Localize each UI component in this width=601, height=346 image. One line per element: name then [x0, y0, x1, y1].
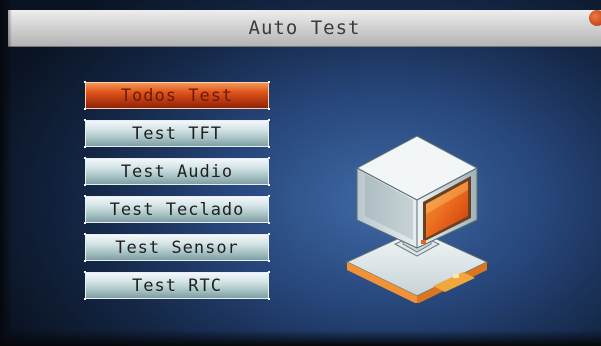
screen-bezel-bottom	[0, 330, 601, 346]
menu-item-test-audio[interactable]: Test Audio	[84, 157, 270, 186]
screen-bezel-left	[0, 0, 12, 346]
test-menu: Todos Test Test TFT Test Audio Test Tecl…	[84, 81, 271, 310]
menu-item-label: Test RTC	[132, 275, 222, 296]
menu-item-label: Test Teclado	[109, 199, 245, 220]
menu-item-test-teclado[interactable]: Test Teclado	[84, 195, 270, 224]
computer-monitor-icon	[345, 135, 489, 303]
menu-item-test-sensor[interactable]: Test Sensor	[84, 233, 270, 262]
status-indicator-icon	[589, 10, 601, 26]
power-led-icon	[421, 240, 426, 244]
menu-item-test-rtc[interactable]: Test RTC	[84, 271, 270, 300]
menu-item-label: Test Sensor	[115, 237, 239, 258]
menu-item-test-tft[interactable]: Test TFT	[84, 119, 270, 148]
page-title: Auto Test	[248, 17, 361, 39]
device-screen: Auto Test Todos Test Test TFT Test Audio…	[0, 0, 601, 346]
menu-item-label: Test Audio	[120, 161, 234, 182]
menu-item-todos-test[interactable]: Todos Test	[84, 81, 270, 110]
menu-item-label: Todos Test	[120, 85, 234, 106]
menu-item-label: Test TFT	[132, 123, 222, 144]
title-bar: Auto Test	[8, 10, 601, 47]
